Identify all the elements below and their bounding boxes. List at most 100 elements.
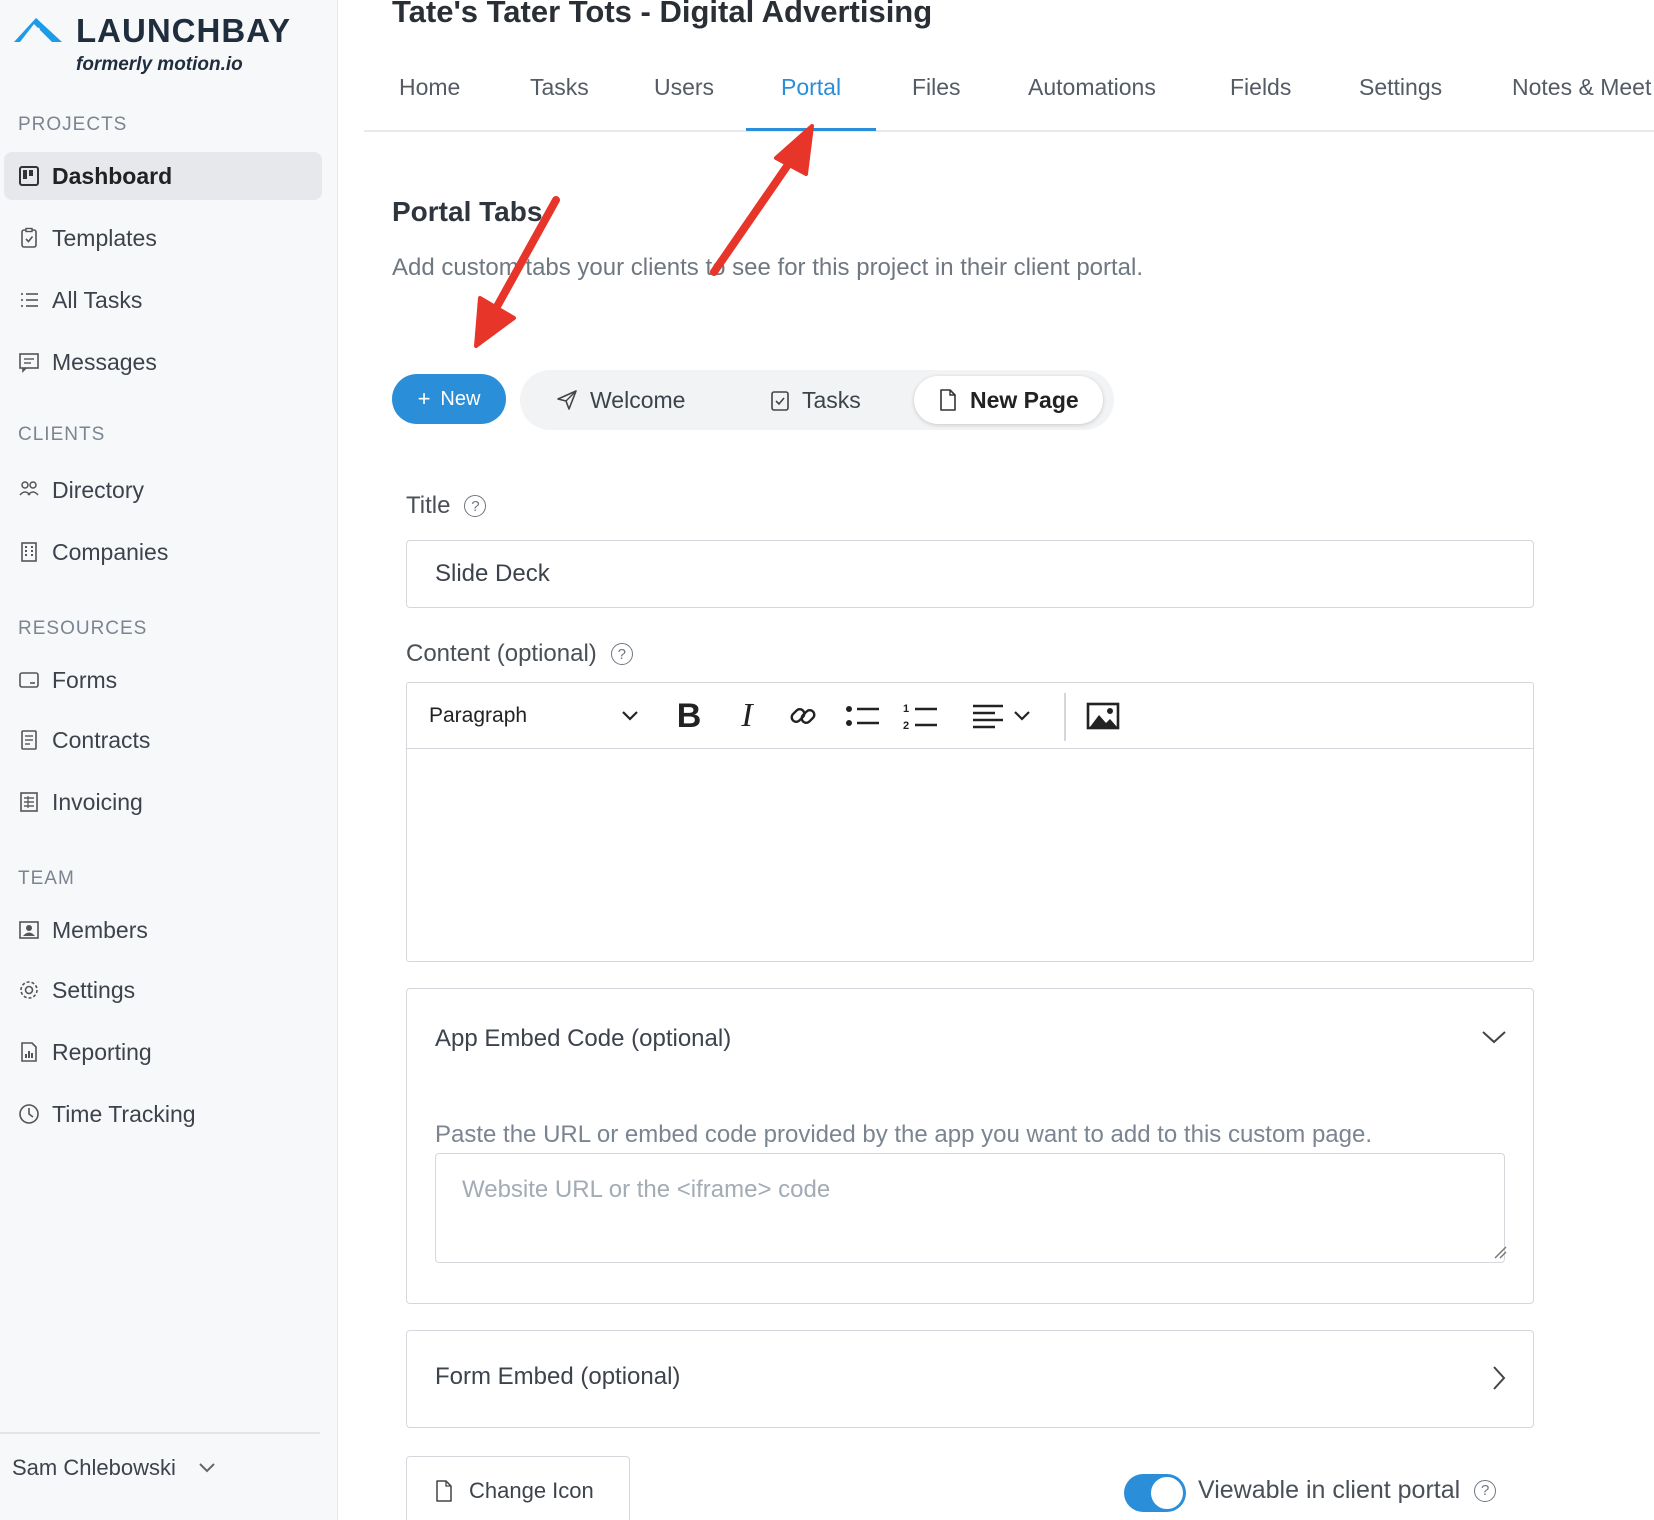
member-icon bbox=[18, 918, 40, 942]
portal-tab-welcome[interactable]: Welcome bbox=[532, 376, 709, 424]
tab-notes-meetings[interactable]: Notes & Meet bbox=[1512, 74, 1651, 101]
sidebar-item-companies[interactable]: Companies bbox=[4, 528, 322, 576]
portal-tab-tasks[interactable]: Tasks bbox=[746, 376, 885, 424]
bold-icon: B bbox=[676, 696, 702, 735]
sidebar-item-label: Directory bbox=[52, 476, 145, 503]
sidebar-item-label: Companies bbox=[52, 538, 169, 565]
title-label: Title ? bbox=[406, 492, 487, 520]
tab-portal[interactable]: Portal bbox=[781, 74, 841, 101]
sidebar-item-dashboard[interactable]: Dashboard bbox=[4, 152, 322, 200]
gear-icon bbox=[18, 978, 40, 1002]
help-icon[interactable]: ? bbox=[464, 495, 487, 517]
sidebar-item-label: Members bbox=[52, 916, 148, 943]
list-icon bbox=[18, 288, 40, 312]
sidebar-item-label: All Tasks bbox=[52, 286, 143, 313]
chevron-down-icon bbox=[622, 711, 638, 721]
sidebar-item-settings[interactable]: Settings bbox=[4, 966, 322, 1014]
sidebar-item-label: Messages bbox=[52, 348, 157, 375]
sidebar-item-templates[interactable]: Templates bbox=[4, 214, 322, 262]
align-left-icon bbox=[973, 704, 1003, 729]
portal-tab-label: New Page bbox=[970, 386, 1079, 413]
app-embed-title[interactable]: App Embed Code (optional) bbox=[435, 1025, 731, 1053]
app-embed-help: Paste the URL or embed code provided by … bbox=[435, 1121, 1373, 1148]
clipboard-check-icon bbox=[771, 391, 789, 411]
tab-home[interactable]: Home bbox=[399, 74, 460, 101]
sidebar-item-label: Forms bbox=[52, 666, 118, 693]
user-menu[interactable]: Sam Chlebowski bbox=[12, 1455, 216, 1481]
paragraph-select[interactable]: Paragraph bbox=[429, 683, 639, 749]
user-name: Sam Chlebowski bbox=[12, 1455, 176, 1480]
align-dropdown-button[interactable] bbox=[961, 683, 1041, 749]
section-label-resources: RESOURCES bbox=[18, 618, 148, 639]
sidebar-item-all-tasks[interactable]: All Tasks bbox=[4, 276, 322, 324]
send-icon bbox=[557, 390, 577, 410]
annotation-arrow-portal bbox=[710, 124, 814, 276]
plus-icon: + bbox=[417, 386, 431, 411]
section-label-clients: CLIENTS bbox=[18, 424, 106, 445]
form-embed-title: Form Embed (optional) bbox=[435, 1363, 681, 1390]
portal-tab-new-page[interactable]: New Page bbox=[914, 376, 1103, 424]
tab-tasks[interactable]: Tasks bbox=[530, 74, 589, 101]
embed-code-input[interactable] bbox=[435, 1153, 1505, 1263]
sidebar-item-members[interactable]: Members bbox=[4, 906, 322, 954]
new-tab-button[interactable]: + New bbox=[392, 374, 506, 424]
sidebar-item-time-tracking[interactable]: Time Tracking bbox=[4, 1090, 322, 1138]
chevron-down-icon[interactable] bbox=[1481, 1029, 1507, 1045]
sidebar-item-reporting[interactable]: Reporting bbox=[4, 1028, 322, 1076]
sidebar-item-label: Invoicing bbox=[52, 788, 143, 815]
tab-fields[interactable]: Fields bbox=[1230, 74, 1291, 101]
bold-button[interactable]: B bbox=[669, 683, 709, 749]
tab-files[interactable]: Files bbox=[912, 74, 961, 101]
bullet-list-button[interactable] bbox=[839, 683, 887, 749]
rich-text-editor: Paragraph B I 12 bbox=[406, 682, 1534, 962]
title-input[interactable] bbox=[406, 540, 1534, 608]
bullet-list-icon bbox=[846, 706, 879, 726]
message-icon bbox=[18, 350, 40, 374]
sidebar-item-invoicing[interactable]: Invoicing bbox=[4, 778, 322, 826]
editor-content-area[interactable] bbox=[407, 749, 1533, 961]
chevron-right-icon bbox=[1493, 1366, 1506, 1390]
tab-automations[interactable]: Automations bbox=[1028, 74, 1156, 101]
sidebar-item-label: Contracts bbox=[52, 726, 151, 753]
sidebar-item-contracts[interactable]: Contracts bbox=[4, 716, 322, 764]
title-label-text: Title bbox=[406, 492, 451, 519]
tab-users[interactable]: Users bbox=[654, 74, 714, 101]
insert-image-button[interactable] bbox=[1079, 683, 1127, 749]
brand-logo[interactable]: LAUNCHBAY formerly motion.io bbox=[14, 12, 324, 75]
svg-text:1: 1 bbox=[903, 703, 909, 715]
form-embed-panel[interactable]: Form Embed (optional) bbox=[406, 1330, 1534, 1428]
content-label: Content (optional) ? bbox=[406, 640, 633, 668]
launchbay-logo-icon bbox=[14, 18, 62, 42]
change-icon-button[interactable]: Change Icon bbox=[406, 1456, 630, 1520]
help-icon[interactable]: ? bbox=[1474, 1479, 1497, 1502]
sidebar-item-messages[interactable]: Messages bbox=[4, 338, 322, 386]
image-icon bbox=[1086, 702, 1120, 730]
link-button[interactable] bbox=[783, 683, 823, 749]
chevron-down-icon bbox=[199, 1463, 215, 1473]
invoice-icon bbox=[18, 790, 40, 814]
resize-handle-icon[interactable] bbox=[1493, 1245, 1507, 1259]
clipboard-icon bbox=[18, 226, 40, 250]
italic-button[interactable]: I bbox=[727, 683, 767, 749]
portal-tab-label: Tasks bbox=[802, 386, 861, 413]
portal-tab-label: Welcome bbox=[590, 386, 686, 413]
sidebar-item-forms[interactable]: Forms bbox=[4, 656, 322, 704]
toolbar-divider bbox=[1064, 693, 1066, 741]
tab-settings[interactable]: Settings bbox=[1359, 74, 1442, 101]
user-divider bbox=[0, 1432, 320, 1434]
viewable-toggle[interactable] bbox=[1124, 1474, 1186, 1512]
viewable-label-text: Viewable in client portal bbox=[1198, 1476, 1461, 1504]
document-icon bbox=[18, 728, 40, 752]
viewable-label: Viewable in client portal ? bbox=[1198, 1476, 1497, 1505]
help-icon[interactable]: ? bbox=[610, 643, 633, 665]
sidebar-item-label: Dashboard bbox=[52, 162, 173, 189]
section-label-projects: PROJECTS bbox=[18, 114, 128, 135]
sidebar: LAUNCHBAY formerly motion.io PROJECTS Da… bbox=[0, 0, 338, 1520]
form-icon bbox=[18, 668, 40, 692]
portal-tabs-description: Add custom tabs your clients to see for … bbox=[392, 254, 1144, 281]
project-tabs: Home Tasks Users Portal Files Automation… bbox=[364, 60, 1654, 132]
dashboard-icon bbox=[18, 164, 40, 188]
page-icon bbox=[436, 1480, 452, 1502]
numbered-list-button[interactable]: 12 bbox=[897, 683, 945, 749]
sidebar-item-directory[interactable]: Directory bbox=[4, 466, 322, 514]
